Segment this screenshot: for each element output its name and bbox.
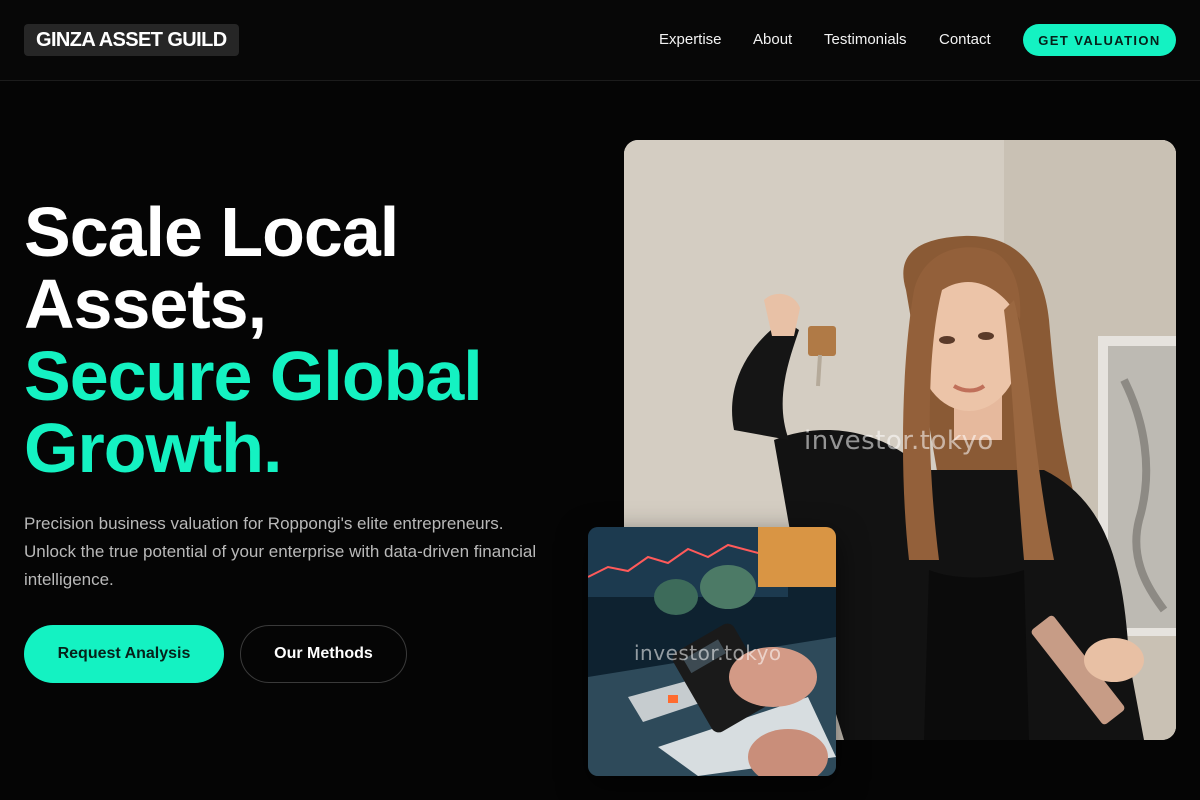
nav-link-expertise[interactable]: Expertise	[659, 31, 722, 48]
headline-line-3-accent: Secure Global	[24, 337, 483, 415]
brand-logo[interactable]: GINZA ASSET GUILD	[24, 24, 239, 56]
headline-line-1: Scale Local	[24, 193, 399, 271]
headline-line-2: Assets,	[24, 265, 267, 343]
get-valuation-button[interactable]: GET VALUATION	[1023, 24, 1176, 56]
main-photo-watermark: investor.tokyo	[804, 426, 994, 456]
secondary-photo-watermark: investor.tokyo	[634, 641, 782, 665]
headline-line-4-accent: Growth.	[24, 409, 282, 487]
secondary-photo-calculator: investor.tokyo	[588, 527, 836, 776]
request-analysis-button[interactable]: Request Analysis	[24, 625, 224, 683]
hero-subcopy: Precision business valuation for Roppong…	[24, 514, 537, 589]
site-header: GINZA ASSET GUILD Expertise About Testim…	[0, 0, 1200, 81]
nav-link-testimonials[interactable]: Testimonials	[824, 31, 907, 48]
hero-headline: Scale Local Assets, Secure Global Growth…	[24, 196, 584, 484]
nav-link-about[interactable]: About	[753, 31, 792, 48]
nav-link-contact[interactable]: Contact	[939, 31, 991, 48]
our-methods-button[interactable]: Our Methods	[240, 625, 407, 683]
